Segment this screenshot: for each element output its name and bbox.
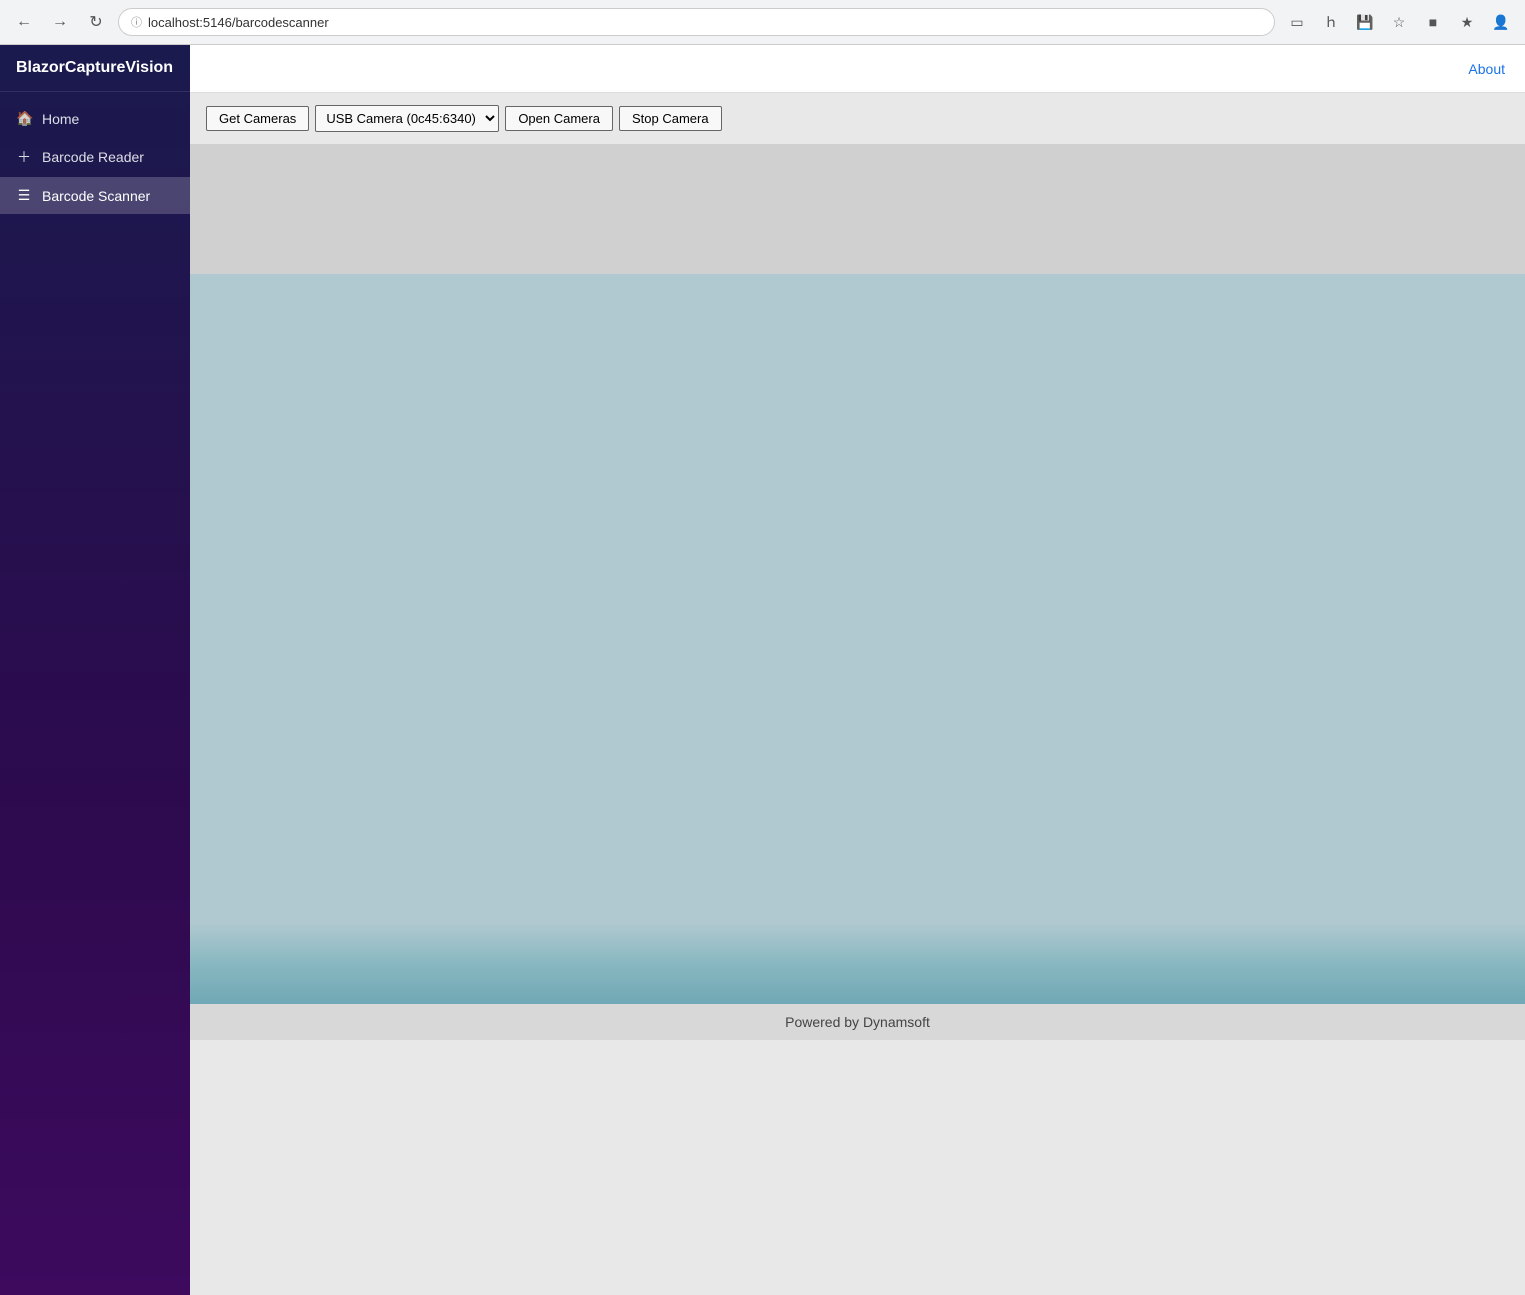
browser-toolbar: ← → ↻ ⓘ localhost:5146/barcodescanner ▭ … [0, 0, 1525, 44]
toolbar-area: Get Cameras USB Camera (0c45:6340) Open … [190, 93, 1525, 144]
reader-mode-button[interactable]: ｈ [1317, 8, 1345, 36]
browser-actions: ▭ ｈ 💾 ☆ ■ ★ 👤 [1283, 8, 1515, 36]
sidebar-item-barcode-scanner[interactable]: ☰ Barcode Scanner [0, 177, 190, 214]
address-bar[interactable]: ⓘ localhost:5146/barcodescanner [118, 8, 1275, 36]
open-camera-button[interactable]: Open Camera [505, 106, 613, 131]
sidebar-item-barcode-reader[interactable]: ＋ Barcode Reader [0, 137, 190, 177]
main-content: About Get Cameras USB Camera (0c45:6340)… [190, 45, 1525, 1295]
footer-text: Powered by Dynamsoft [785, 1014, 930, 1030]
footer: Powered by Dynamsoft [190, 1004, 1525, 1040]
sidebar-nav: 🏠 Home ＋ Barcode Reader ☰ Barcode Scanne… [0, 92, 190, 222]
camera-gray-area [190, 144, 1525, 274]
camera-bottom-wave [190, 924, 1525, 1004]
plus-icon: ＋ [16, 147, 32, 167]
get-cameras-button[interactable]: Get Cameras [206, 106, 309, 131]
browser-chrome: ← → ↻ ⓘ localhost:5146/barcodescanner ▭ … [0, 0, 1525, 45]
save-button[interactable]: 💾 [1351, 8, 1379, 36]
reload-button[interactable]: ↻ [82, 8, 110, 36]
favorites-button[interactable]: ★ [1453, 8, 1481, 36]
page-content: Get Cameras USB Camera (0c45:6340) Open … [190, 93, 1525, 1295]
address-url: localhost:5146/barcodescanner [148, 15, 329, 30]
stop-camera-button[interactable]: Stop Camera [619, 106, 722, 131]
sidebar-item-barcode-scanner-label: Barcode Scanner [42, 188, 150, 204]
sidebar: BlazorCaptureVision 🏠 Home ＋ Barcode Rea… [0, 45, 190, 1295]
extensions-button[interactable]: ■ [1419, 8, 1447, 36]
camera-feed: ↷ SCAN THE CODE TO SEE THE MENU [190, 274, 1525, 924]
top-bar: About [190, 45, 1525, 93]
camera-select[interactable]: USB Camera (0c45:6340) [315, 105, 499, 132]
sidebar-item-home[interactable]: 🏠 Home [0, 100, 190, 137]
camera-container: ↷ SCAN THE CODE TO SEE THE MENU [190, 144, 1525, 1004]
sidebar-item-barcode-reader-label: Barcode Reader [42, 149, 144, 165]
home-icon: 🏠 [16, 110, 32, 127]
back-button[interactable]: ← [10, 8, 38, 36]
about-link[interactable]: About [1468, 61, 1505, 77]
app-logo: BlazorCaptureVision [0, 45, 190, 92]
scanner-icon: ☰ [16, 187, 32, 204]
star-button[interactable]: ☆ [1385, 8, 1413, 36]
forward-button[interactable]: → [46, 8, 74, 36]
profile-button[interactable]: 👤 [1487, 8, 1515, 36]
app-container: BlazorCaptureVision 🏠 Home ＋ Barcode Rea… [0, 45, 1525, 1295]
sidebar-item-home-label: Home [42, 111, 79, 127]
address-security-icon: ⓘ [131, 14, 142, 30]
screen-cast-button[interactable]: ▭ [1283, 8, 1311, 36]
